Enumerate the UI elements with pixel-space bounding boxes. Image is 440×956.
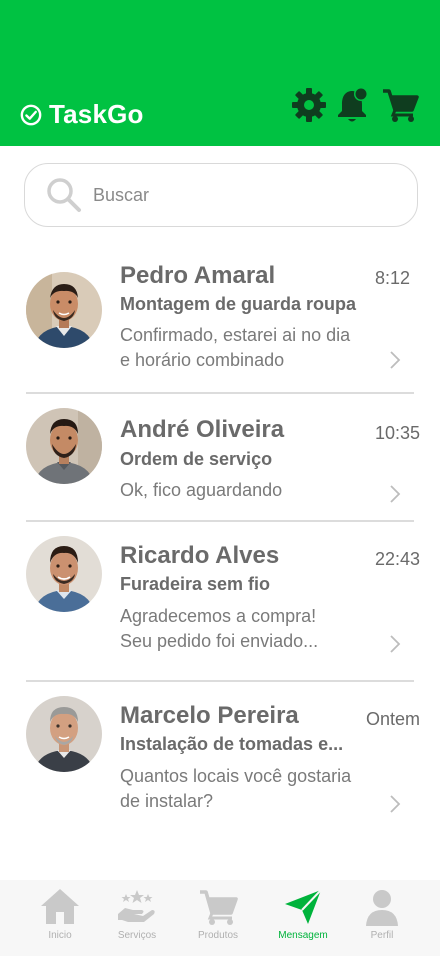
cart-icon xyxy=(197,886,239,928)
services-hand-stars-icon xyxy=(116,886,158,928)
nav-label: Mensagem xyxy=(278,930,328,941)
avatar xyxy=(26,696,102,772)
nav-item-mensagem[interactable]: Mensagem xyxy=(265,886,341,952)
contact-name: Marcelo Pereira xyxy=(120,702,299,729)
search-bar[interactable] xyxy=(24,163,418,227)
divider xyxy=(26,680,414,682)
chevron-right-icon[interactable] xyxy=(388,350,402,370)
app-header: TaskGo xyxy=(0,0,440,146)
avatar xyxy=(26,408,102,484)
nav-label: Inicio xyxy=(48,930,72,941)
nav-item-inicio[interactable]: Inicio xyxy=(22,886,98,952)
chevron-right-icon[interactable] xyxy=(388,794,402,814)
conversation-item[interactable]: Marcelo Pereira Ontem Instalação de toma… xyxy=(0,696,440,832)
preview-line: e horário combinado xyxy=(120,350,285,370)
avatar xyxy=(26,536,102,612)
message-preview: Quantos locais você gostaria de instalar… xyxy=(120,764,380,814)
message-preview: Agradecemos a compra! Seu pedido foi env… xyxy=(120,604,380,654)
preview-line: Seu pedido foi enviado... xyxy=(120,631,319,651)
message-time: 10:35 xyxy=(374,423,420,443)
conversation-subject: Montagem de guarda roupa xyxy=(120,294,357,314)
contact-name: Ricardo Alves xyxy=(120,542,280,569)
message-time: 22:43 xyxy=(374,549,420,569)
preview-line: Ok, fico aguardando xyxy=(120,480,283,500)
search-input[interactable] xyxy=(93,184,373,206)
message-preview: Confirmado, estarei ai no dia e horário … xyxy=(120,323,380,373)
message-time: Ontem xyxy=(365,709,420,729)
home-icon xyxy=(39,886,81,928)
app-title: TaskGo xyxy=(49,99,144,129)
divider xyxy=(26,392,414,394)
notification-bell-icon[interactable] xyxy=(334,86,372,124)
conversation-subject: Instalação de tomadas e... xyxy=(120,734,344,754)
conversation-item[interactable]: André Oliveira 10:35 Ordem de serviço Ok… xyxy=(0,408,440,520)
conversation-item[interactable]: Pedro Amaral 8:12 Montagem de guarda rou… xyxy=(0,262,440,392)
chevron-right-icon[interactable] xyxy=(388,634,402,654)
preview-line: Confirmado, estarei ai no dia xyxy=(120,325,351,345)
preview-line: Quantos locais você gostaria xyxy=(120,766,352,786)
chevron-right-icon[interactable] xyxy=(388,484,402,504)
preview-line: de instalar? xyxy=(120,791,214,811)
conversation-subject: Furadeira sem fio xyxy=(120,574,271,594)
conversation-subject: Ordem de serviço xyxy=(120,449,273,469)
nav-label: Perfil xyxy=(370,930,394,941)
conversation-item[interactable]: Ricardo Alves 22:43 Furadeira sem fio Ag… xyxy=(0,536,440,680)
settings-gear-icon[interactable] xyxy=(290,86,328,124)
contact-name: Pedro Amaral xyxy=(120,262,276,289)
nav-item-perfil[interactable]: Perfil xyxy=(344,886,420,952)
check-circle-logo-icon xyxy=(20,104,42,125)
message-time: 8:12 xyxy=(374,268,410,288)
preview-line: Agradecemos a compra! xyxy=(120,606,317,626)
message-preview: Ok, fico aguardando xyxy=(120,478,380,503)
nav-item-servicos[interactable]: Serviços xyxy=(99,886,175,952)
profile-icon xyxy=(361,886,403,928)
search-icon xyxy=(47,178,81,212)
avatar xyxy=(26,272,102,348)
nav-label: Produtos xyxy=(197,930,239,941)
brand[interactable]: TaskGo xyxy=(20,99,144,130)
send-message-icon xyxy=(282,886,324,928)
nav-label: Serviços xyxy=(117,930,157,941)
divider xyxy=(26,520,414,522)
contact-name: André Oliveira xyxy=(120,416,285,443)
nav-item-produtos[interactable]: Produtos xyxy=(180,886,256,952)
shopping-cart-icon[interactable] xyxy=(381,86,419,124)
bottom-navigation: Inicio Serviços Produtos Mensagem Perfil xyxy=(0,880,440,956)
